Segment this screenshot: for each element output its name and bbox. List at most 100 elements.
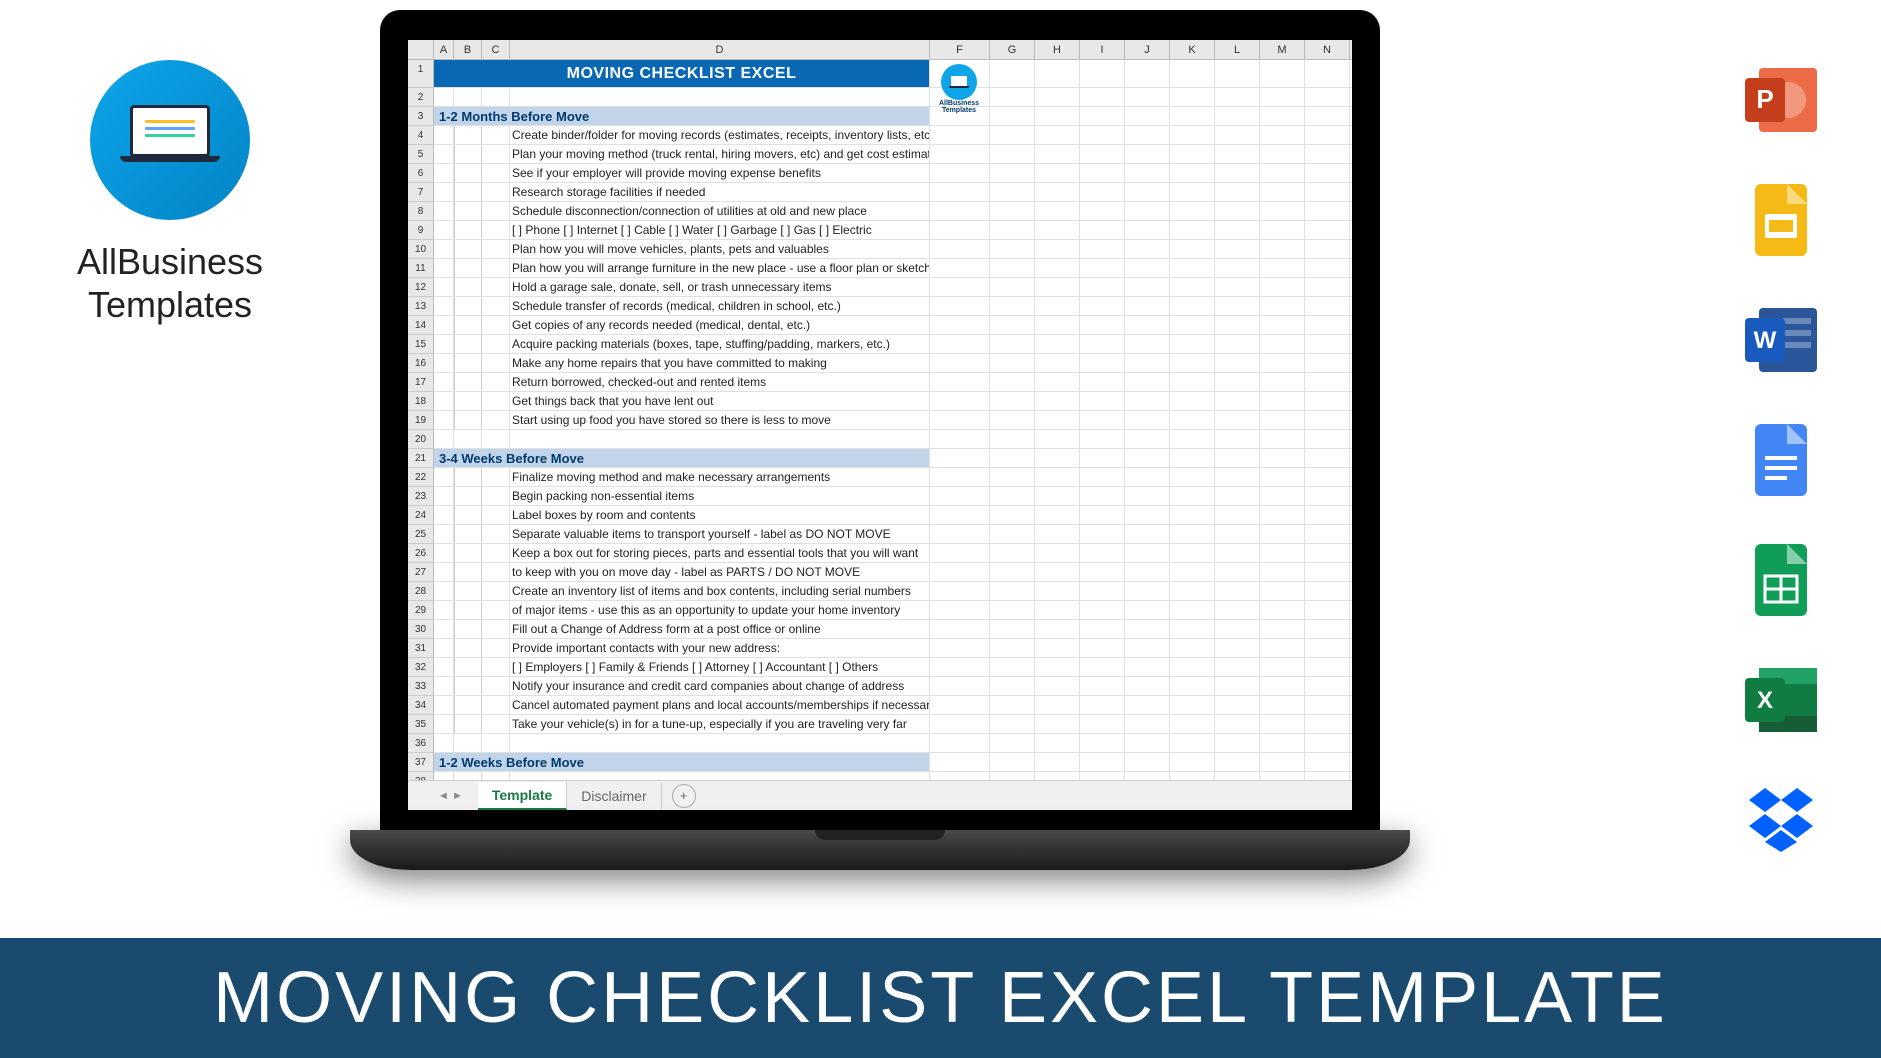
row-number[interactable]: 9 <box>408 221 434 240</box>
column-header[interactable]: L <box>1215 40 1260 59</box>
checklist-item[interactable]: [ ] Employers [ ] Family & Friends [ ] A… <box>510 658 930 676</box>
row-number[interactable]: 1 <box>408 60 434 88</box>
row-number[interactable]: 2 <box>408 88 434 107</box>
row-number[interactable]: 24 <box>408 506 434 525</box>
row-number[interactable]: 17 <box>408 373 434 392</box>
row-number[interactable]: 36 <box>408 734 434 753</box>
column-header[interactable]: H <box>1035 40 1080 59</box>
checklist-item[interactable]: Acquire packing materials (boxes, tape, … <box>510 335 930 353</box>
row-number[interactable]: 11 <box>408 259 434 278</box>
checkbox-cell[interactable] <box>454 373 482 391</box>
add-sheet-button[interactable]: + <box>672 784 696 808</box>
row-number[interactable]: 3 <box>408 107 434 126</box>
row-number[interactable]: 30 <box>408 620 434 639</box>
row-number[interactable]: 25 <box>408 525 434 544</box>
row-number[interactable]: 38 <box>408 772 434 780</box>
checkbox-cell[interactable] <box>454 658 482 676</box>
checklist-item[interactable]: Schedule disconnection/connection of uti… <box>510 202 930 220</box>
row-number[interactable]: 7 <box>408 183 434 202</box>
row-number[interactable]: 6 <box>408 164 434 183</box>
checklist-item[interactable]: Get things back that you have lent out <box>510 392 930 410</box>
tab-disclaimer[interactable]: Disclaimer <box>567 783 661 809</box>
checklist-item[interactable]: Keep a box out for storing pieces, parts… <box>510 544 930 562</box>
checkbox-cell[interactable] <box>454 696 482 714</box>
column-header[interactable]: G <box>990 40 1035 59</box>
checkbox-cell[interactable] <box>454 506 482 524</box>
column-header[interactable]: F <box>930 40 990 59</box>
checkbox-cell[interactable] <box>454 392 482 410</box>
checkbox-cell[interactable] <box>454 297 482 315</box>
row-number[interactable]: 14 <box>408 316 434 335</box>
row-number[interactable]: 16 <box>408 354 434 373</box>
column-header[interactable]: A <box>434 40 454 59</box>
checkbox-cell[interactable] <box>454 126 482 144</box>
checkbox-cell[interactable] <box>454 601 482 619</box>
checklist-item[interactable]: Cancel automated payment plans and local… <box>510 696 930 714</box>
checkbox-cell[interactable] <box>454 259 482 277</box>
row-number[interactable]: 18 <box>408 392 434 411</box>
checkbox-cell[interactable] <box>454 278 482 296</box>
column-header[interactable]: J <box>1125 40 1170 59</box>
row-number[interactable]: 27 <box>408 563 434 582</box>
checkbox-cell[interactable] <box>454 639 482 657</box>
column-header[interactable]: B <box>454 40 482 59</box>
checklist-item[interactable]: Plan how you will move vehicles, plants,… <box>510 240 930 258</box>
checkbox-cell[interactable] <box>454 316 482 334</box>
checklist-item[interactable]: Create binder/folder for moving records … <box>510 126 930 144</box>
checkbox-cell[interactable] <box>454 411 482 429</box>
row-number[interactable]: 35 <box>408 715 434 734</box>
row-number[interactable]: 29 <box>408 601 434 620</box>
checklist-item[interactable]: Hold a garage sale, donate, sell, or tra… <box>510 278 930 296</box>
checkbox-cell[interactable] <box>454 202 482 220</box>
checklist-item[interactable]: Plan your moving method (truck rental, h… <box>510 145 930 163</box>
checklist-item[interactable]: Plan how you will arrange furniture in t… <box>510 259 930 277</box>
checklist-item[interactable]: of major items - use this as an opportun… <box>510 601 930 619</box>
row-number[interactable]: 37 <box>408 753 434 772</box>
row-number[interactable]: 31 <box>408 639 434 658</box>
checklist-item[interactable]: Separate valuable items to transport you… <box>510 525 930 543</box>
column-header[interactable]: M <box>1260 40 1305 59</box>
row-number[interactable]: 19 <box>408 411 434 430</box>
checkbox-cell[interactable] <box>454 487 482 505</box>
checklist-item[interactable]: Finalize moving method and make necessar… <box>510 468 930 486</box>
row-number[interactable]: 22 <box>408 468 434 487</box>
checkbox-cell[interactable] <box>454 715 482 733</box>
row-number[interactable]: 21 <box>408 449 434 468</box>
checkbox-cell[interactable] <box>454 335 482 353</box>
row-number[interactable]: 33 <box>408 677 434 696</box>
row-number[interactable]: 34 <box>408 696 434 715</box>
checklist-item[interactable]: Research storage facilities if needed <box>510 183 930 201</box>
checkbox-cell[interactable] <box>454 544 482 562</box>
checklist-item[interactable]: [ ] Phone [ ] Internet [ ] Cable [ ] Wat… <box>510 221 930 239</box>
checklist-item[interactable]: Return borrowed, checked-out and rented … <box>510 373 930 391</box>
checklist-item[interactable]: Create an inventory list of items and bo… <box>510 582 930 600</box>
checklist-item[interactable]: Notify your insurance and credit card co… <box>510 677 930 695</box>
column-header[interactable]: K <box>1170 40 1215 59</box>
checklist-item[interactable]: Start using up food you have stored so t… <box>510 411 930 429</box>
column-header[interactable]: D <box>510 40 930 59</box>
checklist-item[interactable]: Take your vehicle(s) in for a tune-up, e… <box>510 715 930 733</box>
checkbox-cell[interactable] <box>454 620 482 638</box>
checkbox-cell[interactable] <box>454 221 482 239</box>
column-header[interactable]: C <box>482 40 510 59</box>
row-number[interactable]: 8 <box>408 202 434 221</box>
checkbox-cell[interactable] <box>454 240 482 258</box>
checklist-item[interactable]: Provide important contacts with your new… <box>510 639 930 657</box>
checklist-item[interactable]: Label boxes by room and contents <box>510 506 930 524</box>
row-number[interactable]: 20 <box>408 430 434 449</box>
row-number[interactable]: 28 <box>408 582 434 601</box>
tab-template[interactable]: Template <box>478 782 567 810</box>
row-number[interactable]: 15 <box>408 335 434 354</box>
tab-nav-arrows[interactable]: ◄ ► <box>438 790 463 802</box>
checklist-item[interactable]: to keep with you on move day - label as … <box>510 563 930 581</box>
row-number[interactable]: 23 <box>408 487 434 506</box>
checklist-item[interactable]: See if your employer will provide moving… <box>510 164 930 182</box>
row-number[interactable]: 12 <box>408 278 434 297</box>
checkbox-cell[interactable] <box>454 582 482 600</box>
checklist-item[interactable]: Schedule transfer of records (medical, c… <box>510 297 930 315</box>
checklist-item[interactable]: Get copies of any records needed (medica… <box>510 316 930 334</box>
checkbox-cell[interactable] <box>454 164 482 182</box>
checkbox-cell[interactable] <box>454 468 482 486</box>
row-number[interactable]: 32 <box>408 658 434 677</box>
checkbox-cell[interactable] <box>454 525 482 543</box>
